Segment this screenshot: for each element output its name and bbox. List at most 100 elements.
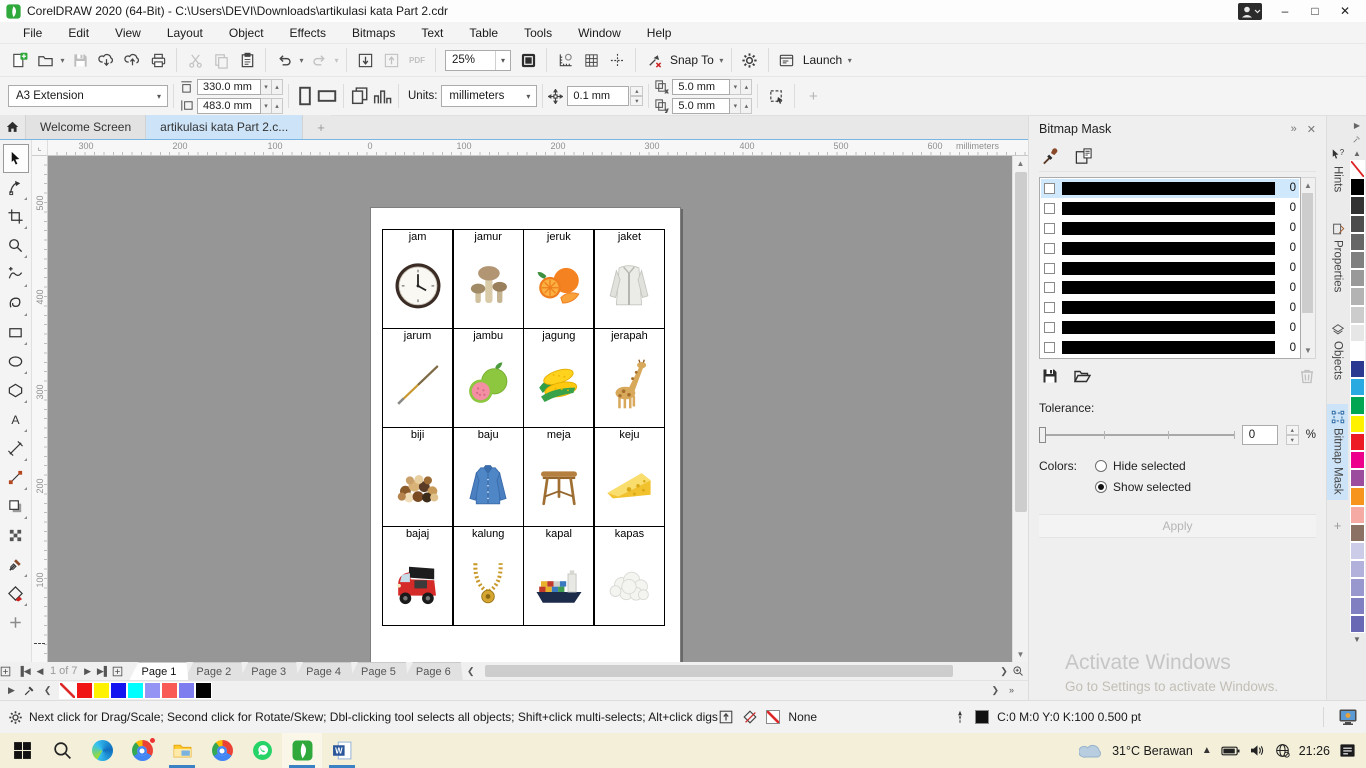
weather-cloud-icon[interactable] [1079, 743, 1103, 758]
redo-dropdown-arrow[interactable]: ▾ [332, 56, 341, 65]
menu-edit[interactable]: Edit [55, 24, 102, 42]
color-swatch[interactable] [1349, 614, 1365, 633]
doc-palette-expand[interactable]: » [1009, 685, 1014, 696]
menu-text[interactable]: Text [408, 24, 456, 42]
tolerance-down[interactable]: ▾ [1285, 435, 1299, 445]
save-mask-icon[interactable] [1041, 367, 1059, 385]
doc-color-swatch[interactable] [161, 682, 179, 699]
add-docker-button[interactable]: + [1334, 518, 1342, 533]
doc-palette-flyout-arrow[interactable]: ▶ [8, 685, 15, 696]
tab-welcome-screen[interactable]: Welcome Screen [26, 115, 147, 139]
color-swatch[interactable] [1349, 178, 1365, 197]
tolerance-input[interactable]: 0 [1241, 425, 1278, 445]
word-icon[interactable]: W [322, 733, 362, 768]
color-swatch[interactable] [1349, 287, 1365, 306]
mask-row-checkbox[interactable] [1044, 282, 1055, 294]
text-tool[interactable]: A [3, 405, 29, 434]
rectangle-tool[interactable] [3, 318, 29, 347]
open-mask-icon[interactable] [1073, 367, 1091, 385]
open-dropdown-arrow[interactable]: ▾ [58, 56, 67, 65]
grid-cell-kapal[interactable]: kapal [524, 527, 594, 625]
current-page-button[interactable] [371, 84, 393, 108]
mask-color-row[interactable]: 0 [1041, 259, 1299, 278]
grid-cell-biji[interactable]: biji [383, 428, 453, 526]
fill-none-swatch[interactable] [766, 710, 781, 724]
zoom-level-select[interactable]: 25% ▾ [445, 49, 511, 71]
transparency-tool[interactable] [3, 521, 29, 550]
radio-show-selected[interactable]: Show selected [1095, 480, 1191, 494]
show-guidelines-button[interactable] [604, 47, 630, 73]
color-swatch[interactable] [1349, 414, 1365, 433]
network-globe-icon[interactable] [1275, 743, 1290, 758]
next-page-button[interactable]: ▶ [80, 666, 96, 677]
duplicate-distance-y-input[interactable]: 5.0 mm [672, 97, 731, 114]
snap-off-icon[interactable] [641, 47, 667, 73]
landscape-orientation-button[interactable] [316, 84, 338, 108]
color-eyedropper-tool[interactable] [3, 550, 29, 579]
show-grid-button[interactable] [578, 47, 604, 73]
mask-color-row[interactable]: 0 [1041, 298, 1299, 317]
mask-scroll-up[interactable]: ▲ [1301, 178, 1315, 193]
mask-row-checkbox[interactable] [1044, 242, 1055, 254]
units-select[interactable]: millimeters ▾ [441, 85, 538, 107]
color-swatch[interactable] [1349, 469, 1365, 488]
page-width-input[interactable]: 330.0 mm [197, 78, 261, 95]
apply-button[interactable]: Apply [1039, 514, 1316, 538]
delete-mask-icon[interactable] [1298, 367, 1316, 385]
radio-hide-selected[interactable]: Hide selected [1095, 459, 1191, 473]
palette-scroll-down[interactable]: ▼ [1353, 633, 1361, 647]
whatsapp-icon[interactable] [242, 733, 282, 768]
artistic-media-tool[interactable] [3, 289, 29, 318]
tab-document[interactable]: artikulasi kata Part 2.c... [146, 115, 304, 139]
undo-button[interactable] [271, 47, 297, 73]
clock-time[interactable]: 21:26 [1299, 744, 1330, 758]
dup-x-up[interactable]: ▴ [741, 78, 753, 95]
menu-view[interactable]: View [102, 24, 154, 42]
color-swatch[interactable] [1349, 560, 1365, 579]
tolerance-slider-thumb[interactable] [1039, 427, 1046, 443]
chrome-badge-icon[interactable] [122, 733, 162, 768]
menu-window[interactable]: Window [565, 24, 634, 42]
mask-row-checkbox[interactable] [1044, 302, 1055, 314]
docker-tab-objects[interactable]: Objects [1327, 317, 1349, 386]
cut-button[interactable] [182, 47, 208, 73]
mask-color-row[interactable]: 0 [1041, 199, 1299, 218]
maximize-button[interactable]: □ [1300, 1, 1330, 21]
grid-cell-jam[interactable]: jam [383, 230, 453, 328]
mask-color-row[interactable]: 0 [1041, 219, 1299, 238]
vertical-scrollbar[interactable]: ▲ ▼ [1012, 156, 1028, 662]
page-tab-page-6[interactable]: Page 6 [404, 662, 463, 680]
drop-shadow-tool[interactable] [3, 492, 29, 521]
new-document-button[interactable] [6, 47, 32, 73]
close-button[interactable]: ✕ [1330, 1, 1360, 21]
menu-layout[interactable]: Layout [154, 24, 216, 42]
grid-cell-jagung[interactable]: jagung [524, 329, 594, 427]
ellipse-tool[interactable] [3, 347, 29, 376]
grid-cell-kapas[interactable]: kapas [594, 527, 664, 625]
open-button[interactable] [32, 47, 58, 73]
menu-help[interactable]: Help [634, 24, 685, 42]
page-height-up[interactable]: ▴ [272, 97, 283, 114]
mask-eyedropper-icon[interactable] [1041, 147, 1060, 166]
page-size-select[interactable]: A3 Extension ▾ [8, 85, 168, 107]
doc-color-swatch[interactable] [76, 682, 94, 699]
palette-flyout-arrow[interactable]: ▶ [1354, 118, 1360, 132]
mask-row-checkbox[interactable] [1044, 262, 1055, 274]
mask-row-checkbox[interactable] [1044, 182, 1055, 194]
grid-cell-meja[interactable]: meja [524, 428, 594, 526]
export-status-icon[interactable] [718, 709, 734, 725]
docker-tab-hints[interactable]: ? Hints [1327, 142, 1349, 198]
menu-effects[interactable]: Effects [277, 24, 339, 42]
nudge-distance-input[interactable]: 0.1 mm [567, 86, 630, 106]
dimension-tool[interactable] [3, 434, 29, 463]
mask-row-checkbox[interactable] [1044, 202, 1055, 214]
grid-cell-jeruk[interactable]: jeruk [524, 230, 594, 328]
mask-list-scrollbar[interactable]: ▲ ▼ [1301, 177, 1316, 359]
export-button[interactable] [378, 47, 404, 73]
copy-button[interactable] [208, 47, 234, 73]
vertical-scroll-thumb[interactable] [1015, 172, 1027, 512]
page-tab-page-5[interactable]: Page 5 [349, 662, 408, 680]
nudge-down[interactable]: ▾ [630, 96, 644, 106]
shape-tool[interactable] [3, 173, 29, 202]
tolerance-up[interactable]: ▴ [1285, 425, 1299, 435]
